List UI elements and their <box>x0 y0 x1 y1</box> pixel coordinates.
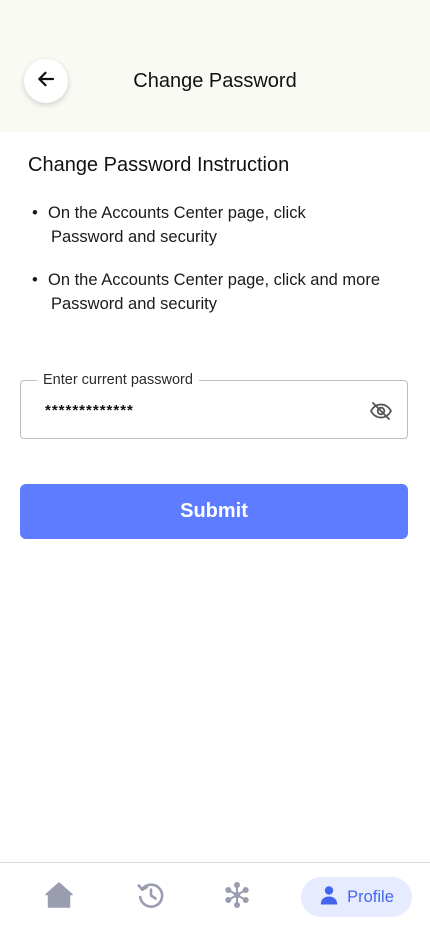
instructions-list: • On the Accounts Center page, click Pas… <box>32 201 412 335</box>
home-icon <box>44 880 74 915</box>
page-title: Change Password <box>133 70 297 92</box>
cluster-icon <box>222 880 252 915</box>
nav-history[interactable] <box>132 879 170 915</box>
nav-profile-label: Profile <box>347 887 394 906</box>
instruction-text-line2: Password and security <box>51 228 217 246</box>
password-input-value[interactable]: ************* <box>45 402 134 420</box>
nav-home[interactable] <box>40 879 78 915</box>
current-password-field[interactable]: Enter current password ************* <box>20 370 408 439</box>
instruction-text-line1: On the Accounts Center page, click and m… <box>48 271 381 289</box>
nav-cluster[interactable] <box>218 879 256 915</box>
instructions-title: Change Password Instruction <box>28 154 290 176</box>
instruction-item: • On the Accounts Center page, click Pas… <box>32 201 412 249</box>
bottom-nav: Profile <box>0 862 430 932</box>
header: Change Password <box>0 0 430 132</box>
instruction-item: • On the Accounts Center page, click and… <box>32 268 412 316</box>
bullet: • <box>32 271 38 289</box>
person-icon <box>319 885 339 910</box>
instruction-text-line1: On the Accounts Center page, click <box>48 204 306 222</box>
password-field-label: Enter current password <box>37 370 199 390</box>
history-icon <box>136 880 166 915</box>
submit-button[interactable]: Submit <box>20 484 408 539</box>
change-password-screen: Change Password Change Password Instruct… <box>0 0 430 932</box>
nav-profile[interactable]: Profile <box>301 877 412 917</box>
instruction-text-line2: Password and security <box>51 295 217 313</box>
bullet: • <box>32 204 38 222</box>
eye-off-icon[interactable] <box>369 399 393 423</box>
